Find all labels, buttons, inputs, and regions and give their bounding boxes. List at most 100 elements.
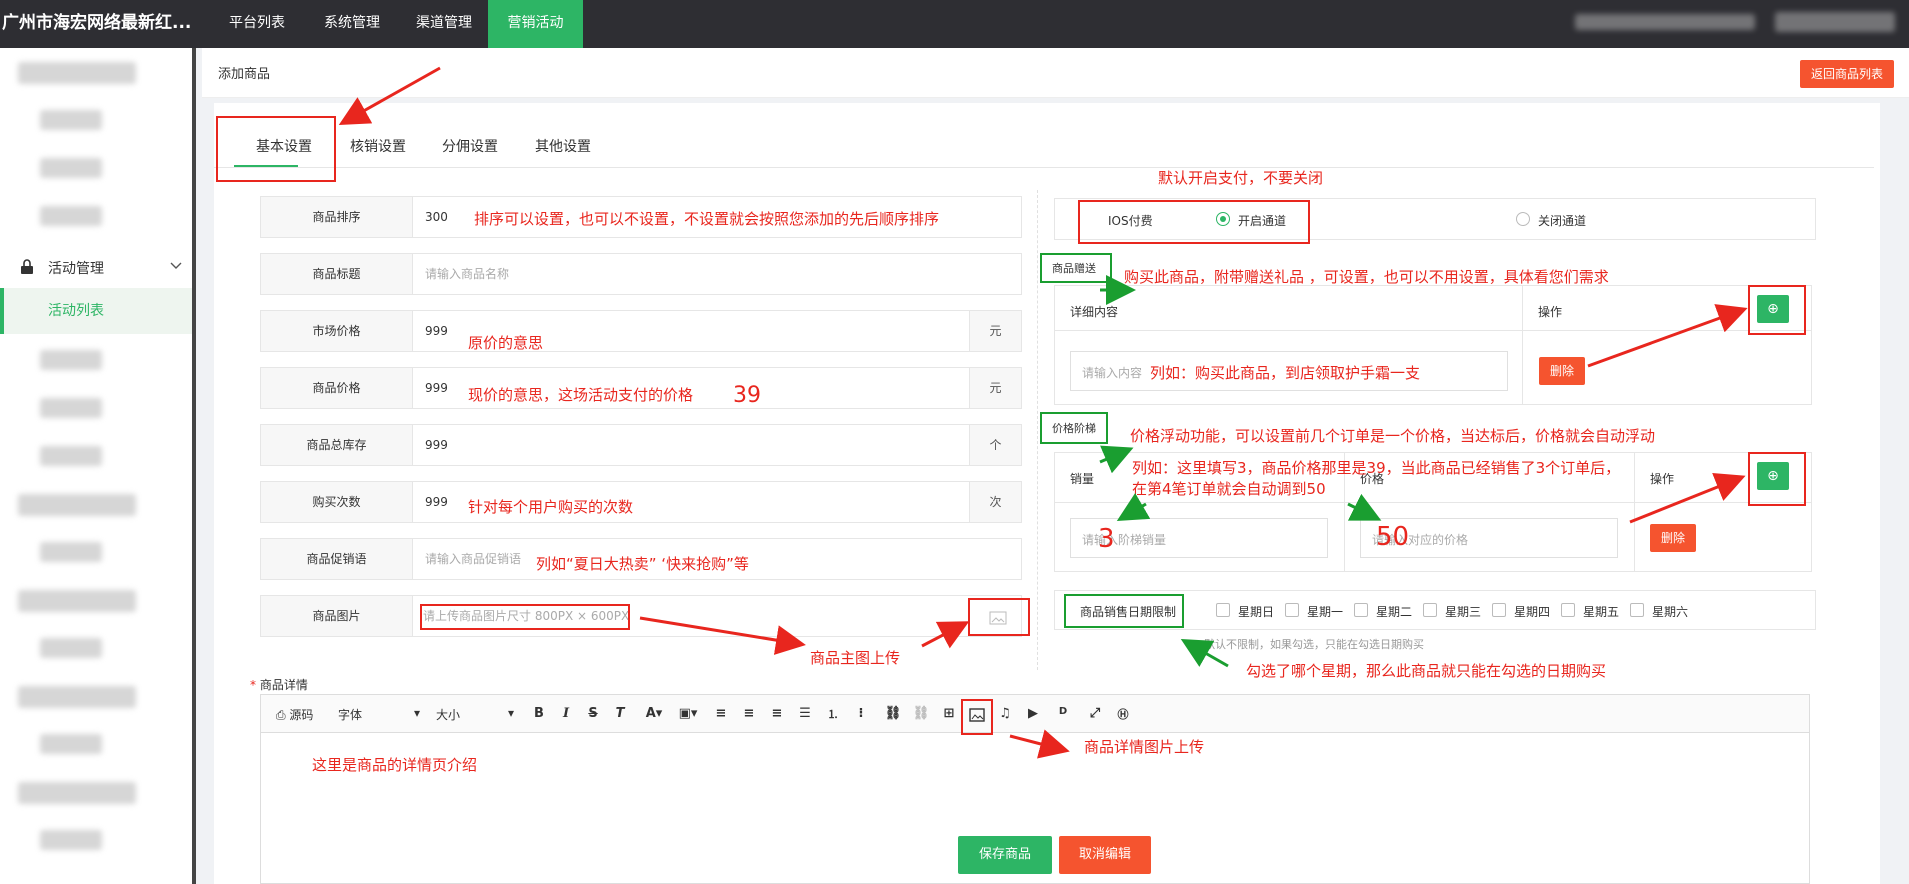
- promo-input[interactable]: 请输入商品促销语: [425, 539, 521, 579]
- annotation-text: 在第4笔订单就会自动调到50: [1132, 480, 1326, 498]
- nav-system-settings[interactable]: 系统管理: [304, 0, 400, 48]
- checkbox-wednesday[interactable]: [1423, 603, 1437, 617]
- save-product-button[interactable]: 保存商品: [958, 836, 1052, 874]
- field-label: 商品价格: [261, 368, 413, 408]
- stock-input[interactable]: 999: [425, 425, 448, 465]
- tab-commission-settings[interactable]: 分佣设置: [442, 136, 498, 156]
- size-select-label: 大小: [436, 708, 461, 722]
- background-color-icon[interactable]: ▣▾: [674, 706, 702, 721]
- clear-format-icon[interactable]: T: [611, 706, 629, 721]
- annotation-text: 价格浮动功能，可以设置前几个订单是一个价格，当达标后，价格就会自动浮动: [1130, 427, 1656, 445]
- checkbox-thursday[interactable]: [1492, 603, 1506, 617]
- buy-times-input[interactable]: 999: [425, 482, 448, 522]
- detail-label: * 商品详情: [250, 676, 308, 693]
- market-price-input[interactable]: 999: [425, 311, 448, 351]
- sidebar-item-blurred[interactable]: [18, 62, 136, 84]
- detail-label-text: 商品详情: [259, 678, 308, 692]
- align-left-icon[interactable]: ≡: [712, 706, 730, 721]
- ordered-list-icon[interactable]: ⒈: [824, 706, 842, 722]
- strikethrough-icon[interactable]: S: [584, 706, 602, 721]
- weekday-label: 星期五: [1583, 605, 1620, 619]
- annotation-text: 排序可以设置，也可以不设置，不设置就会按照您添加的先后顺序排序: [474, 210, 940, 228]
- nav-channel-management[interactable]: 渠道管理: [400, 0, 488, 48]
- nav-platform-list[interactable]: 平台列表: [210, 0, 304, 48]
- image-upload-icon[interactable]: [989, 611, 1007, 625]
- checkbox-friday[interactable]: [1561, 603, 1575, 617]
- annotation-text: 这里是商品的详情页介绍: [312, 756, 478, 774]
- sidebar-item-blurred[interactable]: [40, 206, 102, 226]
- checkbox-monday[interactable]: [1285, 603, 1299, 617]
- annotation-text: 商品主图上传: [810, 649, 901, 667]
- annotation-text: 列如：购买此商品，到店领取护手霜一支: [1150, 364, 1421, 382]
- radio-close-channel[interactable]: [1516, 212, 1530, 226]
- weekday-label: 星期四: [1514, 605, 1551, 619]
- size-select[interactable]: 大小 ▾: [436, 706, 514, 723]
- font-color-icon[interactable]: A▾: [640, 706, 668, 721]
- table-icon[interactable]: ⊞: [940, 706, 958, 721]
- sidebar-item-blurred[interactable]: [40, 446, 102, 466]
- sidebar-item-blurred[interactable]: [40, 398, 102, 418]
- sidebar-item-blurred[interactable]: [18, 782, 136, 804]
- user-menu-blurred[interactable]: [1775, 12, 1895, 32]
- sidebar-item-blurred[interactable]: [18, 590, 136, 612]
- fullscreen-icon[interactable]: ⤢: [1086, 706, 1104, 721]
- sidebar-item-blurred[interactable]: [40, 830, 102, 850]
- table-divider: [1522, 285, 1523, 405]
- italic-icon[interactable]: I: [557, 706, 575, 721]
- back-to-list-button[interactable]: 返回商品列表: [1800, 60, 1894, 88]
- unordered-list-icon[interactable]: ⁝: [852, 706, 870, 721]
- tab-other-settings[interactable]: 其他设置: [535, 136, 591, 156]
- sidebar-item-blurred[interactable]: [40, 110, 102, 130]
- unlink-icon[interactable]: ⛓: [912, 706, 930, 721]
- annotation-text: 现价的意思，这场活动支付的价格: [468, 386, 694, 404]
- checkbox-sunday[interactable]: [1216, 603, 1230, 617]
- annotation-text: 39: [733, 383, 761, 408]
- align-center-icon[interactable]: ≡: [740, 706, 758, 721]
- gift-delete-button[interactable]: 删除: [1539, 357, 1585, 385]
- audio-icon[interactable]: ♫: [996, 706, 1014, 721]
- align-justify-icon[interactable]: ☰: [796, 706, 814, 721]
- sidebar-item-activity-list[interactable]: 活动列表: [0, 288, 192, 334]
- unit-label: 元: [969, 368, 1021, 408]
- source-button[interactable]: ⎙ 源码: [276, 706, 313, 723]
- align-right-icon[interactable]: ≡: [768, 706, 786, 721]
- form-row-stock: 商品总库存 999 个: [260, 424, 1022, 466]
- link-icon[interactable]: ⛓: [884, 706, 902, 721]
- sidebar-item-blurred[interactable]: [40, 542, 102, 562]
- sidebar-item-blurred[interactable]: [40, 350, 102, 370]
- title-input[interactable]: 请输入商品名称: [425, 254, 509, 294]
- gift-input-placeholder: 请输入内容: [1082, 366, 1143, 380]
- sidebar-item-blurred[interactable]: [18, 494, 136, 516]
- tab-verification-settings[interactable]: 核销设置: [350, 136, 406, 156]
- weekday-label: 星期二: [1376, 605, 1413, 619]
- field-label: 商品总库存: [261, 425, 413, 465]
- gift-col-op: 操作: [1538, 305, 1563, 319]
- html5-icon[interactable]: Ⓗ: [1114, 706, 1132, 722]
- annotation-text: 原价的意思: [468, 334, 544, 352]
- font-select[interactable]: 字体 ▾: [338, 706, 420, 723]
- sidebar-item-blurred[interactable]: [18, 686, 136, 708]
- video-icon[interactable]: ▶: [1024, 706, 1042, 721]
- cancel-edit-button[interactable]: 取消编辑: [1059, 836, 1151, 874]
- annotation-text: 勾选了哪个星期，那么此商品就只能在勾选的日期购买: [1246, 662, 1607, 680]
- bold-icon[interactable]: B: [530, 706, 548, 721]
- annotation-box: [420, 604, 630, 630]
- weekday-label: 星期三: [1445, 605, 1482, 619]
- checkbox-tuesday[interactable]: [1354, 603, 1368, 617]
- form-row-image: 商品图片 请上传商品图片尺寸 800PX × 600PX: [260, 595, 1022, 637]
- nav-marketing-activity[interactable]: 营销活动: [488, 0, 583, 48]
- field-label: 商品图片: [261, 596, 413, 636]
- sidebar-item-blurred[interactable]: [40, 734, 102, 754]
- table-divider: [1054, 502, 1812, 503]
- div-icon[interactable]: Ⅾ: [1054, 706, 1072, 717]
- annotation-text: 3: [1098, 524, 1115, 554]
- checkbox-saturday[interactable]: [1630, 603, 1644, 617]
- annotation-text: 列如“夏日大热卖” ‘快来抢购”等: [536, 555, 749, 573]
- form-row-buy-times: 购买次数 999 次: [260, 481, 1022, 523]
- tier-delete-button[interactable]: 删除: [1650, 524, 1696, 552]
- sidebar-item-blurred[interactable]: [40, 158, 102, 178]
- price-input[interactable]: 999: [425, 368, 448, 408]
- sort-input[interactable]: 300: [425, 197, 448, 237]
- sidebar-item-blurred[interactable]: [40, 638, 102, 658]
- gift-col-detail: 详细内容: [1070, 305, 1119, 319]
